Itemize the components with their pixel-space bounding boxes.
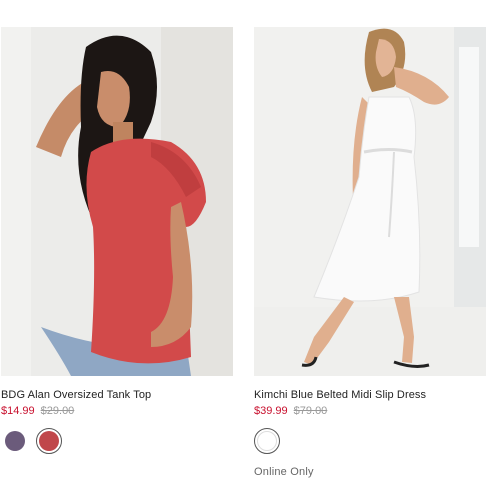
product-image-kimchi-blue[interactable]	[254, 27, 486, 376]
color-swatch-red-selected[interactable]	[36, 428, 62, 454]
color-swatch-purple[interactable]	[5, 431, 25, 451]
product-card-kimchi-blue[interactable]: Kimchi Blue Belted Midi Slip Dress $39.9…	[254, 27, 486, 478]
original-price: $79.00	[293, 405, 328, 417]
product-photo-tank-top	[1, 27, 233, 376]
availability-label: Online Only	[254, 466, 314, 478]
product-name[interactable]: Kimchi Blue Belted Midi Slip Dress	[254, 388, 486, 402]
product-photo-slip-dress	[254, 27, 486, 376]
color-swatch-white-selected[interactable]	[254, 428, 280, 454]
product-image-bdg-alan[interactable]	[1, 27, 233, 376]
color-swatches	[254, 428, 486, 454]
product-name[interactable]: BDG Alan Oversized Tank Top	[1, 388, 233, 402]
product-price: $14.99 $29.00	[1, 404, 233, 418]
product-card-bdg-alan[interactable]: BDG Alan Oversized Tank Top $14.99 $29.00	[1, 27, 233, 454]
original-price: $29.00	[40, 405, 75, 417]
sale-price: $14.99	[1, 405, 35, 417]
product-price: $39.99 $79.00	[254, 404, 486, 418]
color-swatches	[1, 428, 233, 454]
sale-price: $39.99	[254, 405, 288, 417]
